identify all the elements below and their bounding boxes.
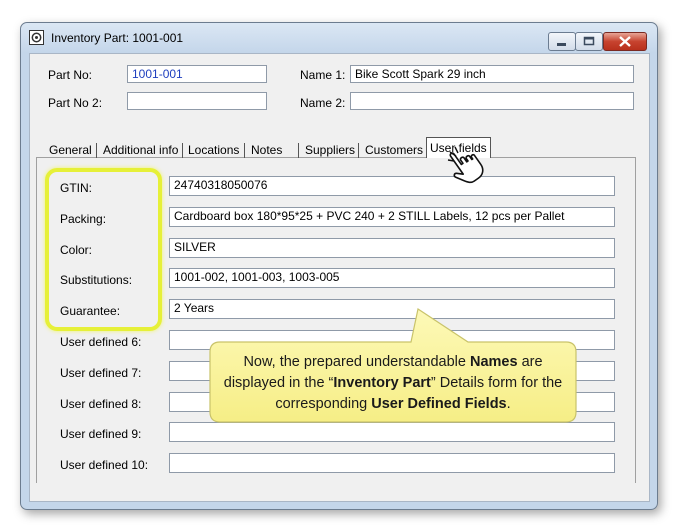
close-button[interactable] [603,32,647,51]
tab-locations[interactable]: Locations [185,141,242,159]
part-no-label: Part No: [48,68,93,82]
part-no-field[interactable]: 1001-001 [127,65,267,83]
user-field-input[interactable] [169,453,615,473]
user-field-label: User defined 8: [60,397,142,411]
close-icon [619,36,631,47]
window-title: Inventory Part: 1001-001 [51,31,184,45]
app-icon [29,30,44,45]
tab-additional-info[interactable]: Additional info [100,141,181,159]
user-field-label: User defined 6: [60,335,142,349]
name2-label: Name 2: [300,96,346,110]
tab-notes[interactable]: Notes [248,141,285,159]
tab-suppliers[interactable]: Suppliers [302,141,358,159]
part-no2-field[interactable] [127,92,267,110]
hand-cursor-icon [447,146,484,184]
name2-field[interactable] [350,92,634,110]
user-field-label: User defined 9: [60,427,142,441]
user-field-input[interactable]: 1001-002, 1001-003, 1003-005 [169,268,615,288]
user-field-input[interactable]: 24740318050076 [169,176,615,196]
title-bar[interactable]: Inventory Part: 1001-001 [21,23,657,51]
tab-general[interactable]: General [46,141,95,159]
callout-text: Now, the prepared understandable Names a… [223,354,563,412]
maximize-button[interactable] [575,32,603,51]
user-field-label: User defined 7: [60,366,142,380]
user-field-label: User defined 10: [60,458,149,472]
part-no2-label: Part No 2: [48,96,103,110]
highlight-ring [45,168,162,331]
tab-customers[interactable]: Customers [362,141,426,159]
minimize-button[interactable] [548,32,576,51]
user-field-input[interactable]: SILVER [169,238,615,258]
user-field-input[interactable]: Cardboard box 180*95*25 + PVC 240 + 2 ST… [169,207,615,227]
name1-field[interactable]: Bike Scott Spark 29 inch [350,65,634,83]
maximize-icon [583,36,595,46]
minimize-icon [557,43,566,46]
name1-label: Name 1: [300,68,346,82]
